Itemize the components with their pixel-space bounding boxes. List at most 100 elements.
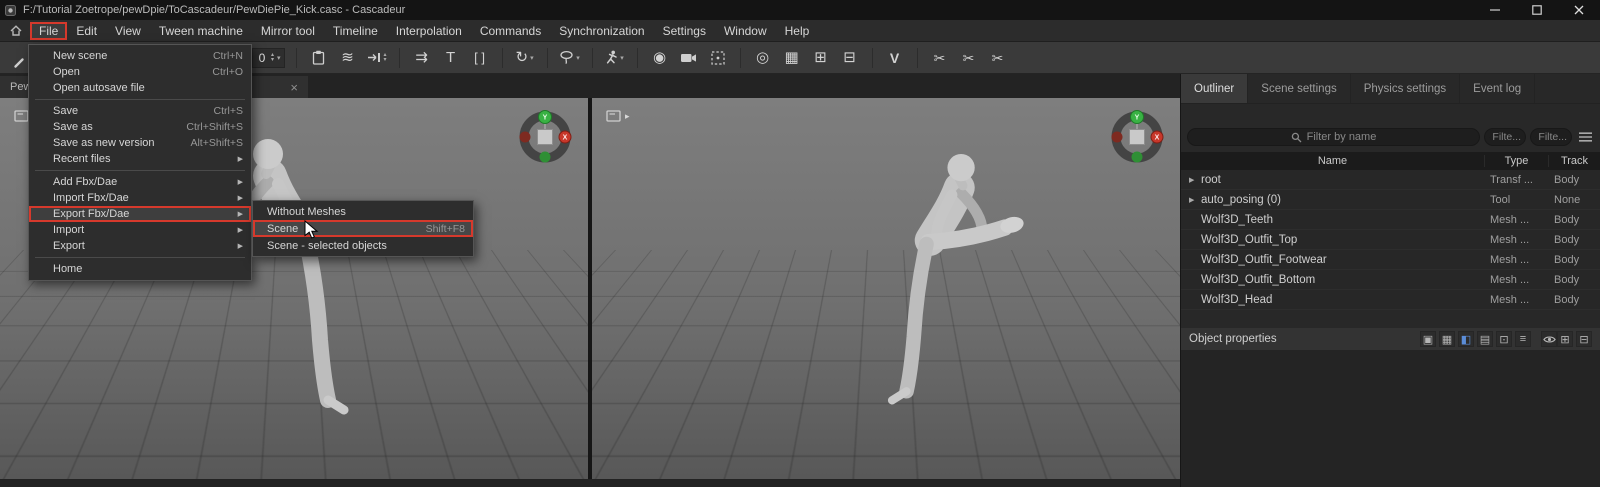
lasso-select-icon[interactable]: ▾ bbox=[559, 46, 581, 70]
panel-icon[interactable]: ⊞ bbox=[1557, 331, 1573, 347]
view-gizmo[interactable]: Y X bbox=[516, 108, 574, 166]
frame-offset-value[interactable]: 0 bbox=[256, 51, 268, 65]
panel-icon[interactable]: ⊡ bbox=[1496, 331, 1512, 347]
menubar-item[interactable]: Window bbox=[715, 22, 776, 40]
outliner-row[interactable]: ▶ auto_posing (0) Tool None bbox=[1181, 190, 1600, 210]
pen-tool-icon[interactable] bbox=[8, 50, 30, 74]
menubar-item[interactable]: Tween machine bbox=[150, 22, 252, 40]
menubar-item[interactable]: Synchronization bbox=[550, 22, 653, 40]
submenu-item[interactable]: Without Meshes bbox=[253, 203, 473, 220]
menu-item[interactable]: Export Fbx/Dae ▶ bbox=[29, 206, 251, 222]
autoposing-rings-icon[interactable]: ◎ bbox=[752, 46, 774, 70]
dropdown-icon[interactable]: ▾ bbox=[277, 54, 281, 62]
curves-icon[interactable]: ≋ bbox=[337, 46, 359, 70]
menu-separator bbox=[35, 170, 245, 171]
menu-item[interactable]: Open autosave file bbox=[29, 80, 251, 96]
submenu-item[interactable]: Scene - selected objects bbox=[253, 237, 473, 254]
minimize-button[interactable] bbox=[1474, 0, 1516, 20]
hamburger-menu-icon[interactable] bbox=[1576, 132, 1594, 142]
menu-item[interactable]: Add Fbx/Dae ▶ bbox=[29, 174, 251, 190]
menu-item[interactable]: Save Ctrl+S bbox=[29, 103, 251, 119]
menubar-item[interactable]: Mirror tool bbox=[252, 22, 324, 40]
panel-icon[interactable]: ◧ bbox=[1458, 331, 1474, 347]
menubar-item[interactable]: View bbox=[106, 22, 150, 40]
maximize-button[interactable] bbox=[1516, 0, 1558, 20]
filter-track-input[interactable]: Filte... bbox=[1530, 128, 1572, 146]
home-icon[interactable] bbox=[6, 22, 26, 40]
panel-tab[interactable]: Event log bbox=[1460, 74, 1536, 103]
panel-icon[interactable]: ≡ bbox=[1515, 331, 1531, 347]
outliner-row[interactable]: Wolf3D_Teeth Mesh ... Body bbox=[1181, 210, 1600, 230]
spinner-arrows[interactable]: ▴ ▾ bbox=[271, 52, 274, 63]
tab-close-icon[interactable]: × bbox=[290, 80, 298, 95]
menu-item[interactable]: New scene Ctrl+N bbox=[29, 48, 251, 64]
submenu-item-label: Without Meshes bbox=[267, 205, 346, 218]
paste-icon[interactable] bbox=[308, 46, 330, 70]
viewport-right[interactable]: ▸ Y X bbox=[592, 98, 1180, 479]
row-type: Transf ... bbox=[1490, 173, 1533, 186]
panel-tab[interactable]: Physics settings bbox=[1351, 74, 1461, 103]
panel-icon[interactable]: ▤ bbox=[1477, 331, 1493, 347]
visibility-eye-icon[interactable] bbox=[1541, 331, 1557, 347]
menu-item[interactable]: Export ▶ bbox=[29, 238, 251, 254]
panel-icon[interactable]: ▦ bbox=[1439, 331, 1455, 347]
retime-arrows-icon[interactable]: ⇉ bbox=[411, 46, 433, 70]
row-track: Body bbox=[1554, 233, 1580, 246]
submenu-item[interactable]: Scene Shift+F8 bbox=[253, 220, 473, 237]
expander-icon[interactable]: ▶ bbox=[1189, 196, 1197, 204]
panel-tab[interactable]: Outliner bbox=[1181, 74, 1249, 103]
menu-item[interactable]: Import ▶ bbox=[29, 222, 251, 238]
outliner-row[interactable]: Wolf3D_Outfit_Footwear Mesh ... Body bbox=[1181, 250, 1600, 270]
animation-mode-icon[interactable]: ▾ bbox=[604, 46, 626, 70]
outliner-rows: ▶ root Transf ... Body ▶ auto_posing (0) bbox=[1181, 170, 1600, 310]
marquee-select-icon[interactable] bbox=[707, 46, 729, 70]
expander-icon[interactable]: ▶ bbox=[1189, 176, 1197, 184]
menubar-item[interactable]: Edit bbox=[67, 22, 106, 40]
add-window-alt-icon[interactable]: ⊟ bbox=[839, 46, 861, 70]
spin-down-icon[interactable]: ▾ bbox=[271, 57, 274, 63]
filter-type-input[interactable]: Filte... bbox=[1484, 128, 1526, 146]
menubar-item[interactable]: Commands bbox=[471, 22, 550, 40]
object-properties-bar: Object properties ▣ ▦ ◧ ▤ ⊡ ≡ ⊞ ⊟ bbox=[1181, 328, 1600, 350]
v-tool-icon[interactable]: V bbox=[884, 46, 906, 70]
scissors-icon-2[interactable]: ✂ bbox=[958, 46, 980, 70]
text-tool-icon[interactable]: T bbox=[440, 46, 462, 70]
viewport-expand-icon[interactable]: ▸ bbox=[625, 111, 630, 122]
menubar-item[interactable]: Interpolation bbox=[387, 22, 471, 40]
panel-icon[interactable]: ⊟ bbox=[1576, 331, 1592, 347]
view-gizmo[interactable]: Y X bbox=[1108, 108, 1166, 166]
row-track: Body bbox=[1554, 273, 1580, 286]
outliner-row[interactable]: Wolf3D_Outfit_Bottom Mesh ... Body bbox=[1181, 270, 1600, 290]
menu-item[interactable]: Open Ctrl+O bbox=[29, 64, 251, 80]
close-button[interactable] bbox=[1558, 0, 1600, 20]
checker-icon[interactable]: ▦ bbox=[781, 46, 803, 70]
panel-tab[interactable]: Scene settings bbox=[1248, 74, 1351, 103]
viewport-menu-icon[interactable]: ▸ bbox=[606, 110, 630, 122]
menu-item[interactable]: Save as new version Alt+Shift+S bbox=[29, 135, 251, 151]
outliner-row[interactable]: ▶ root Transf ... Body bbox=[1181, 170, 1600, 190]
outliner-row[interactable]: Wolf3D_Outfit_Top Mesh ... Body bbox=[1181, 230, 1600, 250]
menubar-item[interactable]: Help bbox=[776, 22, 819, 40]
filter-by-name-input[interactable]: Filter by name bbox=[1187, 128, 1480, 146]
filter-placeholder: Filte... bbox=[1492, 131, 1521, 143]
viewport-menu-icon[interactable] bbox=[14, 110, 29, 122]
scissors-icon-3[interactable]: ✂ bbox=[987, 46, 1009, 70]
row-track: None bbox=[1554, 193, 1581, 206]
outliner-row[interactable]: Wolf3D_Head Mesh ... Body bbox=[1181, 290, 1600, 310]
menubar-item[interactable]: Timeline bbox=[324, 22, 387, 40]
menubar-item[interactable]: Settings bbox=[654, 22, 715, 40]
scissors-icon-1[interactable]: ✂ bbox=[929, 46, 951, 70]
key-arrow-icon[interactable]: ▴ ▾ bbox=[366, 46, 388, 70]
loop-icon[interactable]: ↻ ▾ bbox=[514, 46, 536, 70]
menu-item[interactable]: Recent files ▶ bbox=[29, 151, 251, 167]
camera-icon[interactable] bbox=[678, 46, 700, 70]
interval-brackets-icon[interactable]: [ ] bbox=[469, 46, 491, 70]
add-window-icon[interactable]: ⊞ bbox=[810, 46, 832, 70]
menu-item[interactable]: Save as Ctrl+Shift+S bbox=[29, 119, 251, 135]
panel-icon[interactable]: ▣ bbox=[1420, 331, 1436, 347]
menu-item[interactable]: Home bbox=[29, 261, 251, 277]
frame-offset-spinner[interactable]: 0 ▴ ▾ ▾ bbox=[252, 47, 285, 68]
sphere-icon[interactable]: ◉ bbox=[649, 46, 671, 70]
menu-item[interactable]: Import Fbx/Dae ▶ bbox=[29, 190, 251, 206]
menubar-item[interactable]: File bbox=[30, 21, 68, 40]
